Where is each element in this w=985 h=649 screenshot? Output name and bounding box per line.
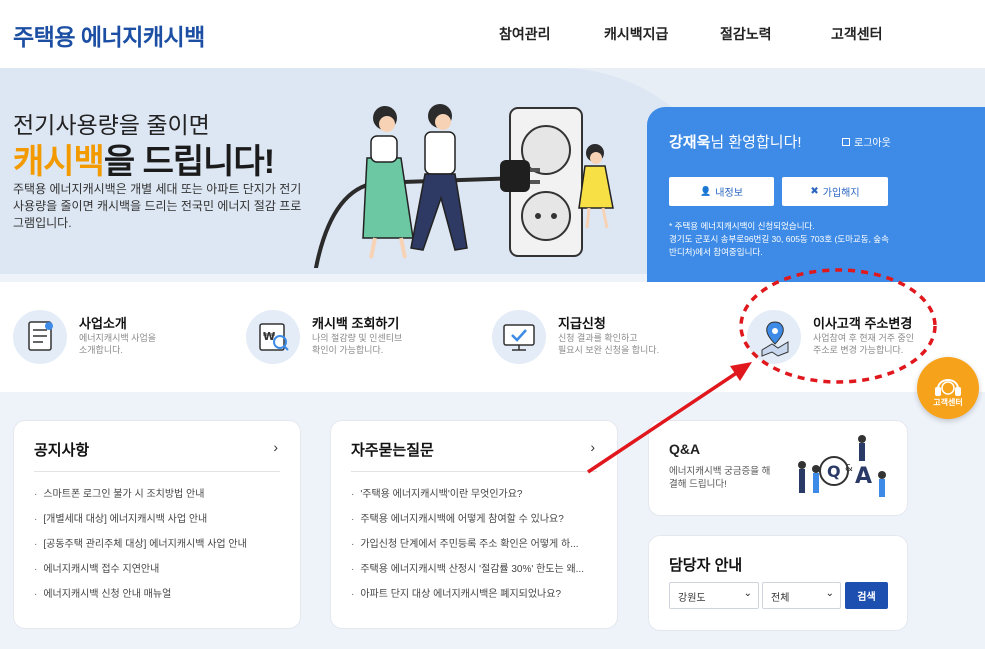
notice-title: 공지사항 (34, 442, 90, 459)
manager-title: 담당자 안내 (669, 557, 743, 574)
quick-item-title: 사업소개 (79, 316, 127, 331)
chevron-down-icon: ⌄ (825, 588, 834, 599)
close-x-icon: ✖ (810, 186, 819, 197)
faq-item[interactable]: '주택용 에너지캐시백'이란 무엇인가요? (351, 487, 597, 512)
qa-card[interactable]: Q&A 에너지캐시백 궁금증을 해결해 드립니다! Q & A (648, 420, 908, 516)
svg-text:Q: Q (827, 462, 841, 481)
district-select[interactable]: 전체 ⌄ (762, 582, 841, 609)
fab-label: 고객센터 (933, 398, 963, 407)
family-unplugging-illustration (313, 104, 614, 268)
notice-list: 스마트폰 로그인 불가 시 조치방법 안내 [개별세대 대상] 에너지캐시백 사… (34, 487, 280, 612)
quick-item-desc: 사업참여 후 현재 거주 중인주소로 변경 가능합니다. (813, 332, 914, 356)
nav-customer-center[interactable]: 고객센터 (831, 24, 883, 44)
quick-item-address-change[interactable]: 이사고객 주소변경 사업참여 후 현재 거주 중인주소로 변경 가능합니다. (747, 310, 947, 366)
svg-text:&: & (845, 463, 853, 474)
quick-item-desc-line2: 소개합니다. (79, 345, 123, 355)
notice-item[interactable]: [개별세대 대상] 에너지캐시백 사업 안내 (34, 512, 280, 537)
faq-more-chevron-icon[interactable]: › (590, 439, 595, 455)
user-name: 강재욱 (669, 134, 711, 151)
logout-label: 로그아웃 (854, 138, 891, 149)
notice-item[interactable]: 에너지캐시백 접수 지연안내 (34, 562, 280, 587)
notice-more-chevron-icon[interactable]: › (273, 439, 278, 455)
nav-participation[interactable]: 참여관리 (499, 24, 551, 44)
monitor-check-icon (492, 310, 546, 364)
region-select[interactable]: 강원도 ⌄ (669, 582, 759, 609)
hero-title-rest: 을 드립니다! (103, 143, 275, 181)
quick-menu: 사업소개 에너지캐시백 사업을소개합니다. ₩ 캐시백 조회하기 나의 절감량 … (0, 282, 985, 392)
my-info-label: 내정보 (715, 188, 743, 199)
quick-item-desc-line2: 필요시 보완 신청을 합니다. (558, 345, 660, 355)
quick-item-desc: 신청 결과를 확인하고필요시 보완 신청을 합니다. (558, 332, 659, 356)
welcome-message: 강재욱님 환영합니다! (669, 131, 802, 152)
chevron-down-icon: ⌄ (743, 588, 752, 599)
quick-item-desc-line1: 사업참여 후 현재 거주 중인 (813, 333, 915, 343)
quick-item-title: 지급신청 (558, 316, 606, 331)
participation-notice-line1: * 주택용 에너지캐시백이 신청되었습니다. (669, 221, 815, 231)
hero-title-highlight: 캐시백 (13, 143, 105, 181)
notice-card: 공지사항 › 스마트폰 로그인 불가 시 조치방법 안내 [개별세대 대상] 에… (13, 420, 301, 629)
quick-item-cashback-lookup[interactable]: ₩ 캐시백 조회하기 나의 절감량 및 인센티브확인이 가능합니다. (246, 310, 446, 366)
main-nav: 참여관리 캐시백지급 절감노력 고객센터 (0, 24, 985, 44)
nav-cashback-payment[interactable]: 캐시백지급 (604, 24, 668, 44)
region-select-value: 강원도 (678, 593, 706, 604)
quick-item-business-intro[interactable]: 사업소개 에너지캐시백 사업을소개합니다. (13, 310, 213, 366)
quick-item-title: 캐시백 조회하기 (312, 316, 400, 331)
quick-item-desc-line1: 에너지캐시백 사업을 (79, 333, 157, 343)
hero-description: 주택용 에너지캐시백은 개별 세대 또는 아파트 단지가 전기사용량을 줄이면 … (13, 182, 302, 230)
document-icon (13, 310, 67, 364)
svg-text:A: A (855, 464, 872, 489)
quick-item-desc-line1: 나의 절감량 및 인센티브 (312, 333, 403, 343)
divider (34, 471, 280, 472)
hero-title-line2: 캐시백을 드립니다! (13, 134, 275, 183)
location-pin-icon (747, 310, 801, 364)
faq-title: 자주묻는질문 (351, 442, 434, 459)
quick-item-desc-line2: 확인이 가능합니다. (312, 345, 384, 355)
cancel-membership-label: 가입해지 (822, 188, 860, 199)
faq-item[interactable]: 주택용 에너지캐시백에 어떻게 참여할 수 있나요? (351, 512, 597, 537)
logout-icon (842, 137, 850, 146)
user-icon: 👤 (700, 186, 712, 196)
faq-item[interactable]: 가입신청 단계에서 주민등록 주소 확인은 어떻게 하... (351, 537, 597, 562)
participation-notice: * 주택용 에너지캐시백이 신청되었습니다. 경기도 군포시 송부로96번길 3… (669, 220, 894, 259)
divider (351, 471, 597, 472)
participation-notice-line2: 경기도 군포시 송부로96번길 30, 605동 703호 (도마교동, 숲속반… (669, 234, 889, 257)
faq-card: 자주묻는질문 › '주택용 에너지캐시백'이란 무엇인가요? 주택용 에너지캐시… (330, 420, 618, 629)
quick-item-desc: 나의 절감량 및 인센티브확인이 가능합니다. (312, 332, 402, 356)
cancel-membership-button[interactable]: ✖ 가입해지 (782, 177, 888, 206)
notice-item[interactable]: 스마트폰 로그인 불가 시 조치방법 안내 (34, 487, 280, 512)
faq-item[interactable]: 아파트 단지 대상 에너지캐시백은 폐지되었나요? (351, 587, 597, 612)
nav-saving-effort[interactable]: 절감노력 (720, 24, 772, 44)
welcome-suffix: 님 환영합니다! (710, 134, 802, 151)
district-select-value: 전체 (771, 593, 790, 604)
notice-item[interactable]: 에너지캐시백 신청 안내 매뉴얼 (34, 587, 280, 612)
quick-item-desc-line1: 신청 결과를 확인하고 (558, 333, 638, 343)
qa-description: 에너지캐시백 궁금증을 해결해 드립니다! (669, 466, 771, 490)
qa-title: Q&A (669, 441, 701, 457)
quick-item-payment-request[interactable]: 지급신청 신청 결과를 확인하고필요시 보완 신청을 합니다. (492, 310, 702, 366)
faq-list: '주택용 에너지캐시백'이란 무엇인가요? 주택용 에너지캐시백에 어떻게 참여… (351, 487, 597, 612)
login-info-panel: 강재욱님 환영합니다! 로그아웃 👤 내정보 ✖ 가입해지 * 주택용 에너지캐… (647, 107, 985, 282)
qa-illustration: Q & A (798, 435, 886, 497)
site-header: 주택용 에너지캐시백 참여관리 캐시백지급 절감노력 고객센터 (0, 0, 985, 68)
my-info-button[interactable]: 👤 내정보 (669, 177, 774, 206)
quick-item-title: 이사고객 주소변경 (813, 316, 913, 331)
search-document-icon: ₩ (246, 310, 300, 364)
logout-link[interactable]: 로그아웃 (842, 134, 891, 149)
quick-item-desc: 에너지캐시백 사업을소개합니다. (79, 332, 156, 356)
search-button[interactable]: 검색 (845, 582, 888, 609)
faq-item[interactable]: 주택용 에너지캐시백 산정시 '절감률 30%' 한도는 왜... (351, 562, 597, 587)
customer-center-floating-button[interactable]: 고객센터 (917, 357, 979, 419)
notice-item[interactable]: [공동주택 관리주체 대상] 에너지캐시백 사업 안내 (34, 537, 280, 562)
manager-card: 담당자 안내 강원도 ⌄ 전체 ⌄ 검색 (648, 535, 908, 631)
quick-item-desc-line2: 주소로 변경 가능합니다. (813, 345, 904, 355)
